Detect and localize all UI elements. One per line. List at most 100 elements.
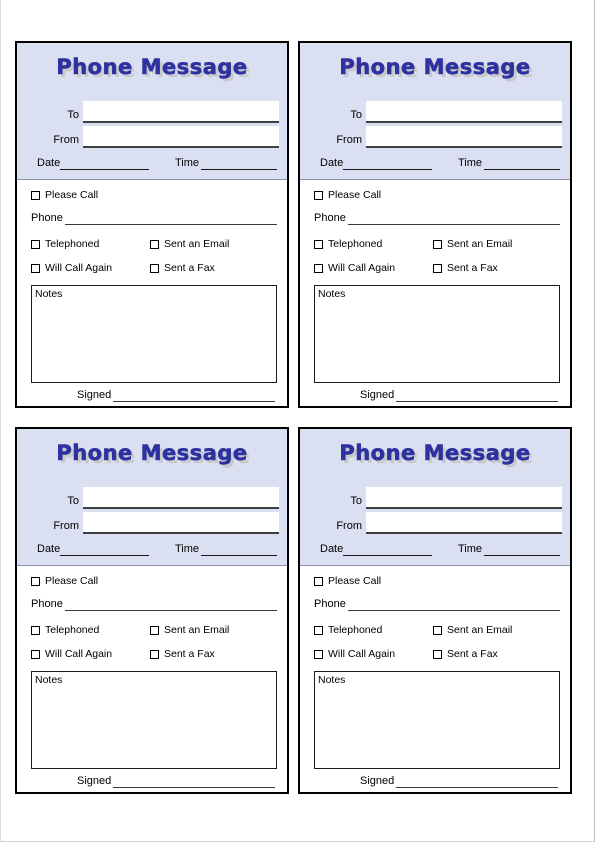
notes-input[interactable]: Notes [314,671,560,769]
checkbox-icon[interactable] [314,626,323,635]
date-time-row: Date Time [37,156,277,170]
signed-row: Signed [77,388,275,402]
to-label: To [67,109,79,121]
telephoned-label: Telephoned [45,238,100,250]
from-input[interactable] [83,512,279,534]
from-input[interactable] [83,126,279,148]
please-call-row[interactable]: Please Call [314,576,381,587]
checkbox-icon[interactable] [31,264,40,273]
checkbox-icon[interactable] [314,577,323,586]
will-call-again-row[interactable]: Will Call Again [31,263,112,274]
sent-a-fax-row[interactable]: Sent a Fax [433,649,498,660]
from-row: From [300,512,562,534]
please-call-row[interactable]: Please Call [314,190,381,201]
notes-input[interactable]: Notes [31,285,277,383]
signed-input[interactable] [113,774,275,788]
checkbox-icon[interactable] [150,650,159,659]
checkbox-icon[interactable] [433,650,442,659]
signed-row: Signed [77,774,275,788]
from-input[interactable] [366,126,562,148]
checkbox-icon[interactable] [31,626,40,635]
signed-label: Signed [77,775,112,787]
card-header: Phone Message To From Date Time [300,429,570,566]
time-input[interactable] [483,156,560,170]
telephoned-row[interactable]: Telephoned [314,625,382,636]
sent-an-email-row[interactable]: Sent an Email [433,625,512,636]
to-row: To [300,101,562,123]
date-input[interactable] [343,542,432,556]
phone-input[interactable] [64,211,277,225]
telephoned-label: Telephoned [328,238,383,250]
sent-a-fax-row[interactable]: Sent a Fax [433,263,498,274]
sent-a-fax-row[interactable]: Sent a Fax [150,649,215,660]
signed-row: Signed [360,388,558,402]
notes-input[interactable]: Notes [31,671,277,769]
time-label: Time [457,157,482,169]
time-input[interactable] [200,542,277,556]
please-call-row[interactable]: Please Call [31,190,98,201]
from-label: From [53,134,79,146]
sent-an-email-row[interactable]: Sent an Email [150,625,229,636]
time-input[interactable] [200,156,277,170]
checkbox-icon[interactable] [150,264,159,273]
telephoned-label: Telephoned [328,624,383,636]
notes-label: Notes [318,288,346,300]
sent-an-email-label: Sent an Email [164,624,230,636]
will-call-again-row[interactable]: Will Call Again [31,649,112,660]
date-input[interactable] [343,156,432,170]
sent-a-fax-row[interactable]: Sent a Fax [150,263,215,274]
checkbox-icon[interactable] [433,626,442,635]
phone-message-card: Phone Message To From Date Time Please C… [298,427,572,794]
date-input[interactable] [60,156,149,170]
from-row: From [17,512,279,534]
to-row: To [17,487,279,509]
checkbox-icon[interactable] [150,240,159,249]
please-call-label: Please Call [328,189,382,201]
checkbox-icon[interactable] [31,577,40,586]
notes-label: Notes [35,288,63,300]
phone-input[interactable] [64,597,277,611]
signed-label: Signed [360,389,395,401]
please-call-label: Please Call [45,189,99,201]
date-input[interactable] [60,542,149,556]
signed-row: Signed [360,774,558,788]
to-label: To [350,109,362,121]
to-input[interactable] [366,487,562,509]
checkbox-icon[interactable] [31,191,40,200]
notes-input[interactable]: Notes [314,285,560,383]
telephoned-row[interactable]: Telephoned [314,239,382,250]
please-call-row[interactable]: Please Call [31,576,98,587]
checkbox-icon[interactable] [314,264,323,273]
checkbox-icon[interactable] [150,626,159,635]
please-call-label: Please Call [328,575,382,587]
signed-input[interactable] [396,388,558,402]
time-input[interactable] [483,542,560,556]
date-time-row: Date Time [320,156,560,170]
card-header: Phone Message To From Date Time [300,43,570,180]
will-call-again-row[interactable]: Will Call Again [314,263,395,274]
to-input[interactable] [83,487,279,509]
checkbox-icon[interactable] [314,650,323,659]
telephoned-row[interactable]: Telephoned [31,239,99,250]
signed-input[interactable] [113,388,275,402]
checkbox-icon[interactable] [433,264,442,273]
will-call-again-label: Will Call Again [45,648,113,660]
telephoned-row[interactable]: Telephoned [31,625,99,636]
sent-an-email-row[interactable]: Sent an Email [433,239,512,250]
phone-input[interactable] [347,597,560,611]
from-input[interactable] [366,512,562,534]
checkbox-icon[interactable] [31,240,40,249]
phone-message-card-grid: Phone Message To From Date Time Please C… [15,41,582,796]
sent-an-email-row[interactable]: Sent an Email [150,239,229,250]
checkbox-icon[interactable] [31,650,40,659]
will-call-again-row[interactable]: Will Call Again [314,649,395,660]
signed-input[interactable] [396,774,558,788]
to-input[interactable] [83,101,279,123]
card-body: Please Call Phone Telephoned Sent an Ema… [300,180,570,406]
checkbox-icon[interactable] [314,240,323,249]
time-label: Time [174,543,199,555]
checkbox-icon[interactable] [433,240,442,249]
phone-input[interactable] [347,211,560,225]
checkbox-icon[interactable] [314,191,323,200]
to-input[interactable] [366,101,562,123]
